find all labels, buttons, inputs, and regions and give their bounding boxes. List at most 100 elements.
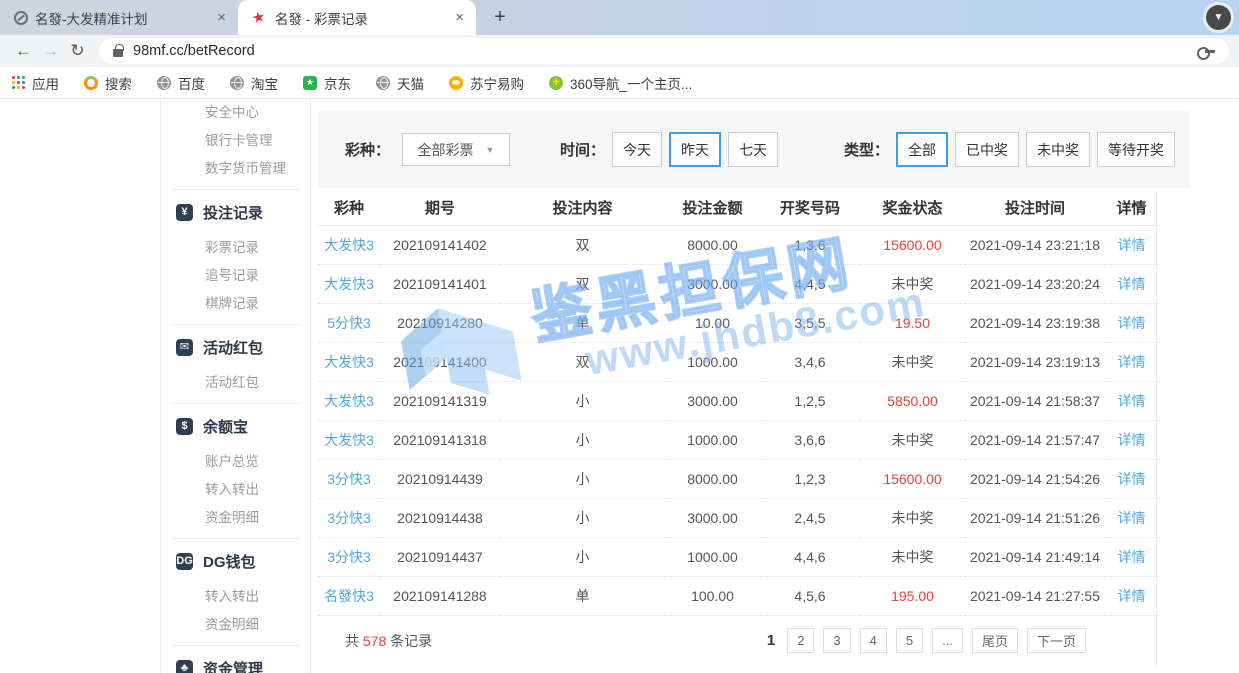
sidebar-entry[interactable]: 资金明细	[161, 504, 310, 532]
issue-number: 20210914438	[380, 498, 500, 537]
draw-numbers: 3,4,6	[760, 342, 860, 381]
type-filter-button[interactable]: 全部	[896, 132, 948, 167]
tab-close-icon[interactable]: ×	[451, 9, 468, 26]
lottery-name-link[interactable]: 3分快3	[318, 537, 380, 576]
detail-link[interactable]: 详情	[1105, 537, 1158, 576]
table-row: 大发快3 202109141318 小 1000.00 3,6,6 未中奖 20…	[318, 420, 1158, 459]
issue-number: 20210914437	[380, 537, 500, 576]
detail-link[interactable]: 详情	[1105, 459, 1158, 498]
reload-icon[interactable]: ↻	[64, 41, 91, 61]
detail-link[interactable]: 详情	[1105, 420, 1158, 459]
sidebar-entry[interactable]: 转入转出	[161, 583, 310, 611]
sidebar-entry[interactable]	[171, 645, 300, 646]
sidebar-entry[interactable]: 银行卡管理	[161, 127, 310, 155]
browser-tab[interactable]: 名發 - 彩票记录 ×	[238, 0, 476, 35]
lottery-name-link[interactable]: 大发快3	[318, 264, 380, 303]
sidebar-entry[interactable]: DG DG钱包	[161, 545, 310, 577]
table-row: 5分快3 20210914280 单 10.00 3,5,5 19.50 202…	[318, 303, 1158, 342]
sidebar-entry[interactable]: 数字货币管理	[161, 155, 310, 183]
sidebar-entry[interactable]: 资金明细	[161, 611, 310, 639]
search-360-icon	[84, 76, 98, 90]
page-button[interactable]: 3	[823, 628, 850, 653]
bookmark-item[interactable]: 天猫	[376, 73, 424, 93]
sidebar-entry[interactable]: $ 余额宝	[161, 410, 310, 442]
sidebar-entry[interactable]: 彩票记录	[161, 234, 310, 262]
key-icon[interactable]	[1197, 46, 1215, 56]
page-button[interactable]: 1	[764, 628, 778, 653]
new-tab-button[interactable]: +	[486, 3, 514, 31]
sidebar-entry[interactable]	[171, 189, 300, 190]
bookmark-item[interactable]: 淘宝	[230, 73, 278, 93]
lottery-name-link[interactable]: 5分快3	[318, 303, 380, 342]
forward-icon[interactable]: →	[37, 41, 64, 61]
page-button[interactable]: 5	[896, 628, 923, 653]
money-bag-icon: ¥	[176, 204, 193, 221]
bookmark-item[interactable]: 苏宁易购	[449, 73, 524, 93]
time-filter-button[interactable]: 昨天	[669, 132, 721, 167]
sidebar-entry-label: 余额宝	[203, 416, 248, 437]
column-header: 彩种	[318, 190, 380, 225]
table-row: 3分快3 20210914438 小 3000.00 2,4,5 未中奖 202…	[318, 498, 1158, 537]
sidebar-entry[interactable]	[171, 324, 300, 325]
chevron-down-icon: ▼	[1206, 5, 1231, 30]
sidebar: 安全中心 银行卡管理 数字货币管理 ¥ 投注记录 彩票记录 追号记录	[160, 99, 311, 673]
sidebar-entry[interactable]: ✉ 活动红包	[161, 331, 310, 363]
lottery-name-link[interactable]: 大发快3	[318, 225, 380, 264]
sidebar-entry[interactable]	[171, 538, 300, 539]
sidebar-entry-label: 棋牌记录	[205, 296, 259, 311]
bet-amount: 100.00	[665, 576, 760, 615]
tab-close-icon[interactable]: ×	[213, 9, 230, 26]
lottery-name-link[interactable]: 3分快3	[318, 498, 380, 537]
page-button[interactable]: 2	[787, 628, 814, 653]
lottery-name-link[interactable]: 大发快3	[318, 420, 380, 459]
sidebar-entry[interactable]: 活动红包	[161, 369, 310, 397]
detail-link[interactable]: 详情	[1105, 303, 1158, 342]
type-filter-button[interactable]: 未中奖	[1026, 132, 1090, 167]
lottery-name-link[interactable]: 大发快3	[318, 342, 380, 381]
table-row: 名發快3 202109141288 单 100.00 4,5,6 195.00 …	[318, 576, 1158, 615]
sidebar-entry[interactable]: ♣ 资金管理	[161, 652, 310, 673]
page-button[interactable]: 4	[860, 628, 887, 653]
detail-link[interactable]: 详情	[1105, 576, 1158, 615]
bet-time: 2021-09-14 21:57:47	[965, 420, 1105, 459]
lottery-name-link[interactable]: 名發快3	[318, 576, 380, 615]
bookmark-item[interactable]: 百度	[157, 73, 205, 93]
bookmark-item[interactable]: 360导航_一个主页...	[549, 73, 692, 93]
sidebar-entry[interactable]: 账户总览	[161, 448, 310, 476]
sidebar-entry[interactable]: 棋牌记录	[161, 290, 310, 318]
lottery-name-link[interactable]: 3分快3	[318, 459, 380, 498]
time-filter-button[interactable]: 七天	[728, 132, 778, 167]
address-bar[interactable]: 98mf.cc/betRecord	[99, 38, 1229, 64]
page-button[interactable]: 尾页	[972, 628, 1018, 653]
type-filter-button[interactable]: 等待开奖	[1097, 132, 1175, 167]
draw-numbers: 1,3,6	[760, 225, 860, 264]
type-filter-button[interactable]: 已中奖	[955, 132, 1019, 167]
detail-link[interactable]: 详情	[1105, 264, 1158, 303]
lottery-name-link[interactable]: 大发快3	[318, 381, 380, 420]
bookmark-item[interactable]: 应用	[12, 73, 59, 93]
sidebar-entry[interactable]	[171, 403, 300, 404]
bookmark-item[interactable]: 搜索	[84, 73, 132, 93]
time-filter-button[interactable]: 今天	[612, 132, 662, 167]
summary-prefix: 共	[345, 633, 363, 649]
back-icon[interactable]: ←	[10, 41, 37, 61]
browser-tab[interactable]: 名發-大发精准计划 ×	[0, 0, 238, 35]
bookmark-item[interactable]: 京东	[303, 73, 351, 93]
url-text[interactable]: 98mf.cc/betRecord	[133, 43, 255, 59]
sidebar-entry[interactable]: 追号记录	[161, 262, 310, 290]
sidebar-entry-label: 资金管理	[203, 658, 263, 673]
detail-link[interactable]: 详情	[1105, 498, 1158, 537]
detail-link[interactable]: 详情	[1105, 225, 1158, 264]
bet-amount: 1000.00	[665, 420, 760, 459]
sidebar-entry[interactable]: 转入转出	[161, 476, 310, 504]
sidebar-entry[interactable]: 安全中心	[161, 99, 310, 127]
page-button[interactable]: 下一页	[1027, 628, 1086, 653]
page-button[interactable]: ...	[932, 628, 963, 653]
column-header: 奖金状态	[860, 190, 965, 225]
sidebar-entry[interactable]: ¥ 投注记录	[161, 196, 310, 228]
lottery-select[interactable]: 全部彩票 ▼	[402, 133, 510, 166]
detail-link[interactable]: 详情	[1105, 342, 1158, 381]
detail-link[interactable]: 详情	[1105, 381, 1158, 420]
profile-button[interactable]: ▼	[1203, 2, 1234, 33]
column-header: 投注内容	[500, 190, 665, 225]
